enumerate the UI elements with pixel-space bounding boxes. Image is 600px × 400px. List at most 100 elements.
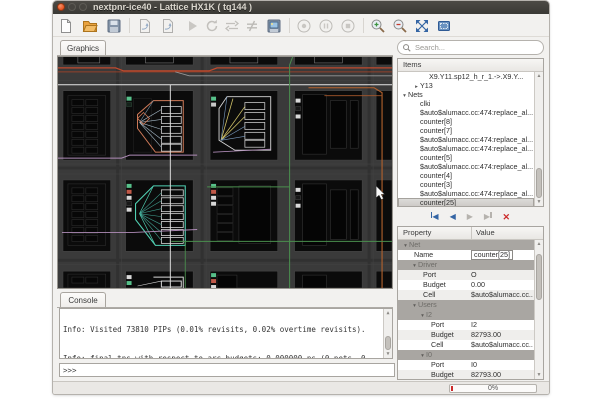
record-button[interactable] (296, 17, 313, 34)
search-icon (402, 43, 412, 53)
last-button[interactable]: ▶ (484, 211, 492, 223)
property-row[interactable]: Cell$auto$alumacc.cc... (398, 340, 534, 350)
play-button[interactable] (184, 17, 201, 34)
net-navigation: ◀ ◀ ▶ ▶ ✕ (397, 209, 544, 225)
titlebar: nextpnr-ice40 - Lattice HX1K ( tq144 ) (53, 1, 549, 14)
zoom-selection-button[interactable] (436, 17, 453, 34)
scroll-down-icon[interactable]: ▼ (535, 372, 543, 378)
property-row[interactable]: PortI2 (398, 320, 534, 330)
tree-item[interactable]: counter[3] (398, 180, 534, 189)
close-button[interactable] (57, 3, 65, 11)
scroll-up-icon[interactable]: ▲ (384, 310, 392, 316)
minimize-button[interactable] (68, 3, 76, 11)
zoom-in-button[interactable] (370, 17, 387, 34)
export-doc-icon (137, 18, 153, 34)
first-button[interactable]: ◀ (431, 211, 439, 223)
zoom-selection-icon (436, 18, 452, 34)
pause-circle-icon (318, 18, 334, 34)
properties-scrollbar[interactable]: ▲ ▼ (534, 240, 543, 379)
tree-item[interactable]: counter[7] (398, 126, 534, 135)
scroll-up-icon[interactable]: ▲ (535, 241, 543, 247)
scroll-up-icon[interactable]: ▲ (535, 73, 543, 79)
prev-button[interactable]: ◀ (450, 211, 456, 223)
search-box (397, 40, 544, 55)
export-2-button[interactable] (160, 17, 177, 34)
console-log-line: Info: Visited 73810 PIPs (0.01% revisits… (63, 325, 380, 335)
fpga-layout-graphic (58, 57, 392, 288)
tree-item[interactable]: counter[8] (398, 117, 534, 126)
tree-item[interactable]: ▾Nets (398, 90, 534, 99)
property-group[interactable]: ▾Net (398, 240, 534, 250)
chevron-down-icon[interactable]: ▾ (401, 92, 408, 99)
search-input[interactable] (415, 42, 535, 53)
open-button[interactable] (82, 17, 99, 34)
tree-item[interactable]: $auto$alumacc.cc:474:replace_al... (398, 108, 534, 117)
tab-console[interactable]: Console (60, 292, 106, 308)
items-header: Items (398, 60, 421, 69)
scroll-down-icon[interactable]: ▼ (384, 351, 392, 357)
app-window: nextpnr-ice40 - Lattice HX1K ( tq144 ) G… (53, 1, 549, 394)
record-circle-icon (296, 18, 312, 34)
property-group[interactable]: ▾Users (398, 300, 534, 310)
swap-button[interactable] (224, 17, 241, 34)
property-row[interactable]: Budget0.00 (398, 280, 534, 290)
tree-item[interactable]: X9.Y11.sp12_h_r_1.->.X9.Y... (398, 72, 534, 81)
fpga-canvas[interactable] (57, 56, 393, 289)
scrollbar-thumb[interactable] (536, 254, 542, 300)
export-doc-2-icon (160, 18, 176, 34)
zoom-outbound-icon (414, 18, 430, 34)
property-column-header: Property (398, 228, 431, 237)
property-group[interactable]: ▾I0 (398, 350, 534, 360)
items-scrollbar[interactable]: ▲ ▼ (534, 72, 543, 206)
property-group[interactable]: ▾Driver (398, 260, 534, 270)
toolbar-separator (129, 18, 130, 33)
property-row[interactable]: Namecounter[25] (398, 250, 534, 260)
pause-button[interactable] (318, 17, 335, 34)
property-row[interactable]: PortI0 (398, 360, 534, 370)
refresh-button[interactable] (204, 17, 221, 34)
save-button[interactable] (106, 17, 123, 34)
property-row[interactable]: Budget82793.00 (398, 370, 534, 379)
property-row[interactable]: PortO (398, 270, 534, 280)
tree-item-selected[interactable]: counter[25] (398, 198, 534, 206)
tree-item[interactable]: clki (398, 99, 534, 108)
items-tree: X9.Y11.sp12_h_r_1.->.X9.Y... ▸Y13 ▾Nets … (398, 72, 534, 206)
tree-item[interactable]: $auto$alumacc.cc:474:replace_al... (398, 162, 534, 171)
zoom-out-icon (392, 18, 408, 34)
value-edit-box[interactable]: counter[25] (471, 250, 513, 260)
tree-item[interactable]: counter[5] (398, 153, 534, 162)
console-scrollbar[interactable]: ▲ ▼ (383, 309, 392, 358)
console-input[interactable] (59, 363, 395, 377)
tree-item[interactable]: ▸Y13 (398, 81, 534, 90)
screenshot-icon (266, 18, 282, 34)
tree-item[interactable]: $auto$alumacc.cc:474:replace_al... (398, 189, 534, 198)
stop-button[interactable] (340, 17, 357, 34)
screenshot-button[interactable] (266, 17, 283, 34)
property-row[interactable]: Cell$auto$alumacc.cc... (398, 290, 534, 300)
refresh-icon (204, 18, 220, 34)
toolbar-separator (289, 18, 290, 33)
not-equal-button[interactable] (244, 17, 261, 34)
value-column-header: Value (471, 227, 495, 239)
scrollbar-thumb[interactable] (536, 168, 542, 198)
zoom-outbound-button[interactable] (414, 17, 431, 34)
chevron-right-icon[interactable]: ▸ (413, 83, 420, 90)
toolbar (53, 14, 549, 37)
properties-rows: ▾Net Namecounter[25] ▾Driver PortO Budge… (398, 240, 534, 379)
tree-item[interactable]: $auto$alumacc.cc:474:replace_al... (398, 135, 534, 144)
console-log-line: Info: final tns with respect to arc budg… (63, 354, 380, 359)
scroll-down-icon[interactable]: ▼ (535, 199, 543, 205)
zoom-out-button[interactable] (392, 17, 409, 34)
scrollbar-thumb[interactable] (385, 336, 391, 350)
property-row[interactable]: Budget82793.00 (398, 330, 534, 340)
new-button[interactable] (58, 17, 75, 34)
property-group[interactable]: ▾I2 (398, 310, 534, 320)
tree-item[interactable]: $auto$alumacc.cc:474:replace_al... (398, 144, 534, 153)
tree-item[interactable]: counter[4] (398, 171, 534, 180)
maximize-button[interactable] (79, 3, 87, 11)
clear-button[interactable]: ✕ (503, 211, 511, 223)
play-icon (184, 18, 200, 34)
next-button[interactable]: ▶ (467, 211, 473, 223)
tab-graphics[interactable]: Graphics (60, 40, 106, 56)
export-button[interactable] (137, 17, 154, 34)
